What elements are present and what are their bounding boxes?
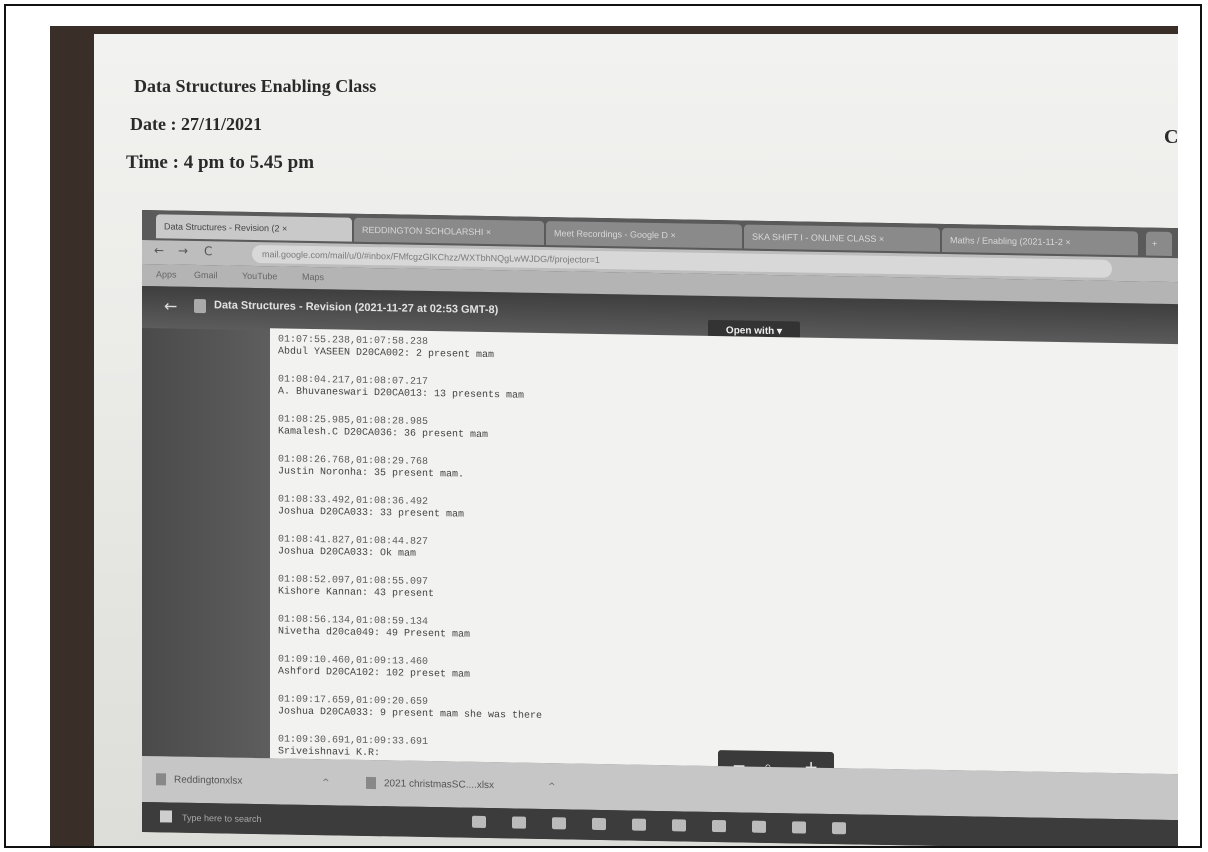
file-explorer-icon[interactable]: [512, 816, 526, 829]
taskbar-search-input[interactable]: Type here to search: [182, 807, 332, 832]
bookmark-gmail[interactable]: Gmail: [194, 270, 218, 280]
mail-icon[interactable]: [592, 817, 606, 831]
bookmark-maps[interactable]: Maps: [302, 272, 324, 282]
chrome-icon[interactable]: [672, 819, 686, 832]
transcript-document: 01:07:55.238,01:07:58.238 Abdul YASEEN D…: [270, 328, 1178, 775]
store-icon[interactable]: [552, 817, 566, 830]
list-item: 01:08:52.097,01:08:55.097 Kishore Kannan…: [278, 574, 434, 601]
printed-page: Data Structures Enabling Class Date : 27…: [94, 34, 1178, 846]
list-item: 01:07:55.238,01:07:58.238 Abdul YASEEN D…: [278, 334, 494, 362]
list-item: 01:09:10.460,01:09:13.460 Ashford D20CA1…: [278, 654, 470, 681]
back-arrow-icon[interactable]: ←: [164, 296, 177, 315]
message: Nivetha d20ca049: 49 Present mam: [278, 626, 471, 641]
bookmark-apps[interactable]: Apps: [156, 269, 177, 279]
message: Kishore Kannan: 43 present: [278, 586, 435, 601]
message: Ashford D20CA102: 102 preset mam: [278, 666, 471, 681]
class-date: Date : 27/11/2021: [130, 114, 262, 134]
download-item[interactable]: Reddingtonxlsx: [156, 768, 242, 794]
tab-ska-shift[interactable]: SKA SHIFT I - ONLINE CLASS ×: [744, 224, 940, 252]
task-view-icon[interactable]: [472, 815, 486, 829]
excel-file-icon: [366, 777, 376, 790]
message: Abdul YASEEN D20CA002: 2 present mam: [278, 346, 495, 362]
class-time: Time : 4 pm to 5.45 pm: [126, 152, 315, 173]
firefox-icon[interactable]: [632, 818, 646, 831]
tab-maths-enabling[interactable]: Maths / Enabling (2021-11-2 ×: [942, 227, 1138, 256]
file-icon: [194, 298, 206, 314]
tab-data-structures[interactable]: Data Structures - Revision (2 ×: [156, 214, 352, 242]
windows-start-icon[interactable]: [160, 810, 172, 823]
message: Joshua D20CA033: 33 present mam: [278, 506, 465, 521]
list-item: 01:09:30.691,01:09:33.691 Sriveishnavi K…: [278, 734, 428, 761]
list-item: 01:08:33.492,01:08:36.492 Joshua D20CA03…: [278, 494, 464, 521]
chrome-active-icon[interactable]: [792, 821, 806, 834]
back-arrow-icon[interactable]: ←: [154, 243, 164, 257]
message: Joshua D20CA033: Ok mam: [278, 546, 417, 560]
edge-icon[interactable]: [712, 819, 726, 833]
new-tab-button[interactable]: +: [1146, 231, 1172, 256]
download-item[interactable]: 2021 christmasSC....xlsx: [366, 772, 494, 798]
tab-reddington[interactable]: REDDINGTON SCHOLARSHI ×: [354, 217, 544, 246]
chevron-up-icon[interactable]: ^: [322, 771, 330, 795]
list-item: 01:08:25.985,01:08:28.985 Kamalesh.C D20…: [278, 414, 488, 442]
download-filename: Reddingtonxlsx: [174, 774, 243, 787]
list-item: 01:08:26.768,01:08:29.768 Justin Noronha…: [278, 454, 464, 481]
excel-file-icon: [156, 773, 166, 786]
list-item: 01:09:17.659,01:09:20.659 Joshua D20CA03…: [278, 694, 542, 723]
download-filename: 2021 christmasSC....xlsx: [384, 778, 495, 792]
page-title: Data Structures Enabling Class: [134, 76, 377, 96]
drive-file-viewer: ← Data Structures - Revision (2021-11-27…: [142, 286, 1178, 775]
message: Kamalesh.C D20CA036: 36 present mam: [278, 426, 489, 442]
list-item: 01:08:04.217,01:08:07.217 A. Bhuvaneswar…: [278, 374, 524, 402]
bookmark-youtube[interactable]: YouTube: [242, 271, 277, 282]
chevron-up-icon[interactable]: ^: [548, 775, 556, 799]
message: Justin Noronha: 35 present mam.: [278, 466, 465, 481]
photo: Data Structures Enabling Class Date : 27…: [50, 26, 1178, 846]
photo-frame: Data Structures Enabling Class Date : 27…: [4, 4, 1202, 848]
excel-window-icon[interactable]: [832, 822, 846, 835]
excel-icon[interactable]: [752, 820, 766, 833]
forward-arrow-icon[interactable]: →: [178, 244, 188, 258]
list-item: 01:08:56.134,01:08:59.134 Nivetha d20ca0…: [278, 614, 470, 641]
viewer-file-title: Data Structures - Revision (2021-11-27 a…: [214, 299, 499, 317]
list-item: 01:08:41.827,01:08:44.827 Joshua D20CA03…: [278, 534, 428, 561]
cropped-heading-fragment: C: [1164, 126, 1178, 148]
viewer-backdrop: [142, 286, 272, 759]
reload-icon[interactable]: C: [204, 244, 212, 258]
tab-meet-recordings[interactable]: Meet Recordings - Google D ×: [546, 221, 742, 249]
screenshot-printout: Data Structures - Revision (2 × REDDINGT…: [142, 210, 1178, 846]
